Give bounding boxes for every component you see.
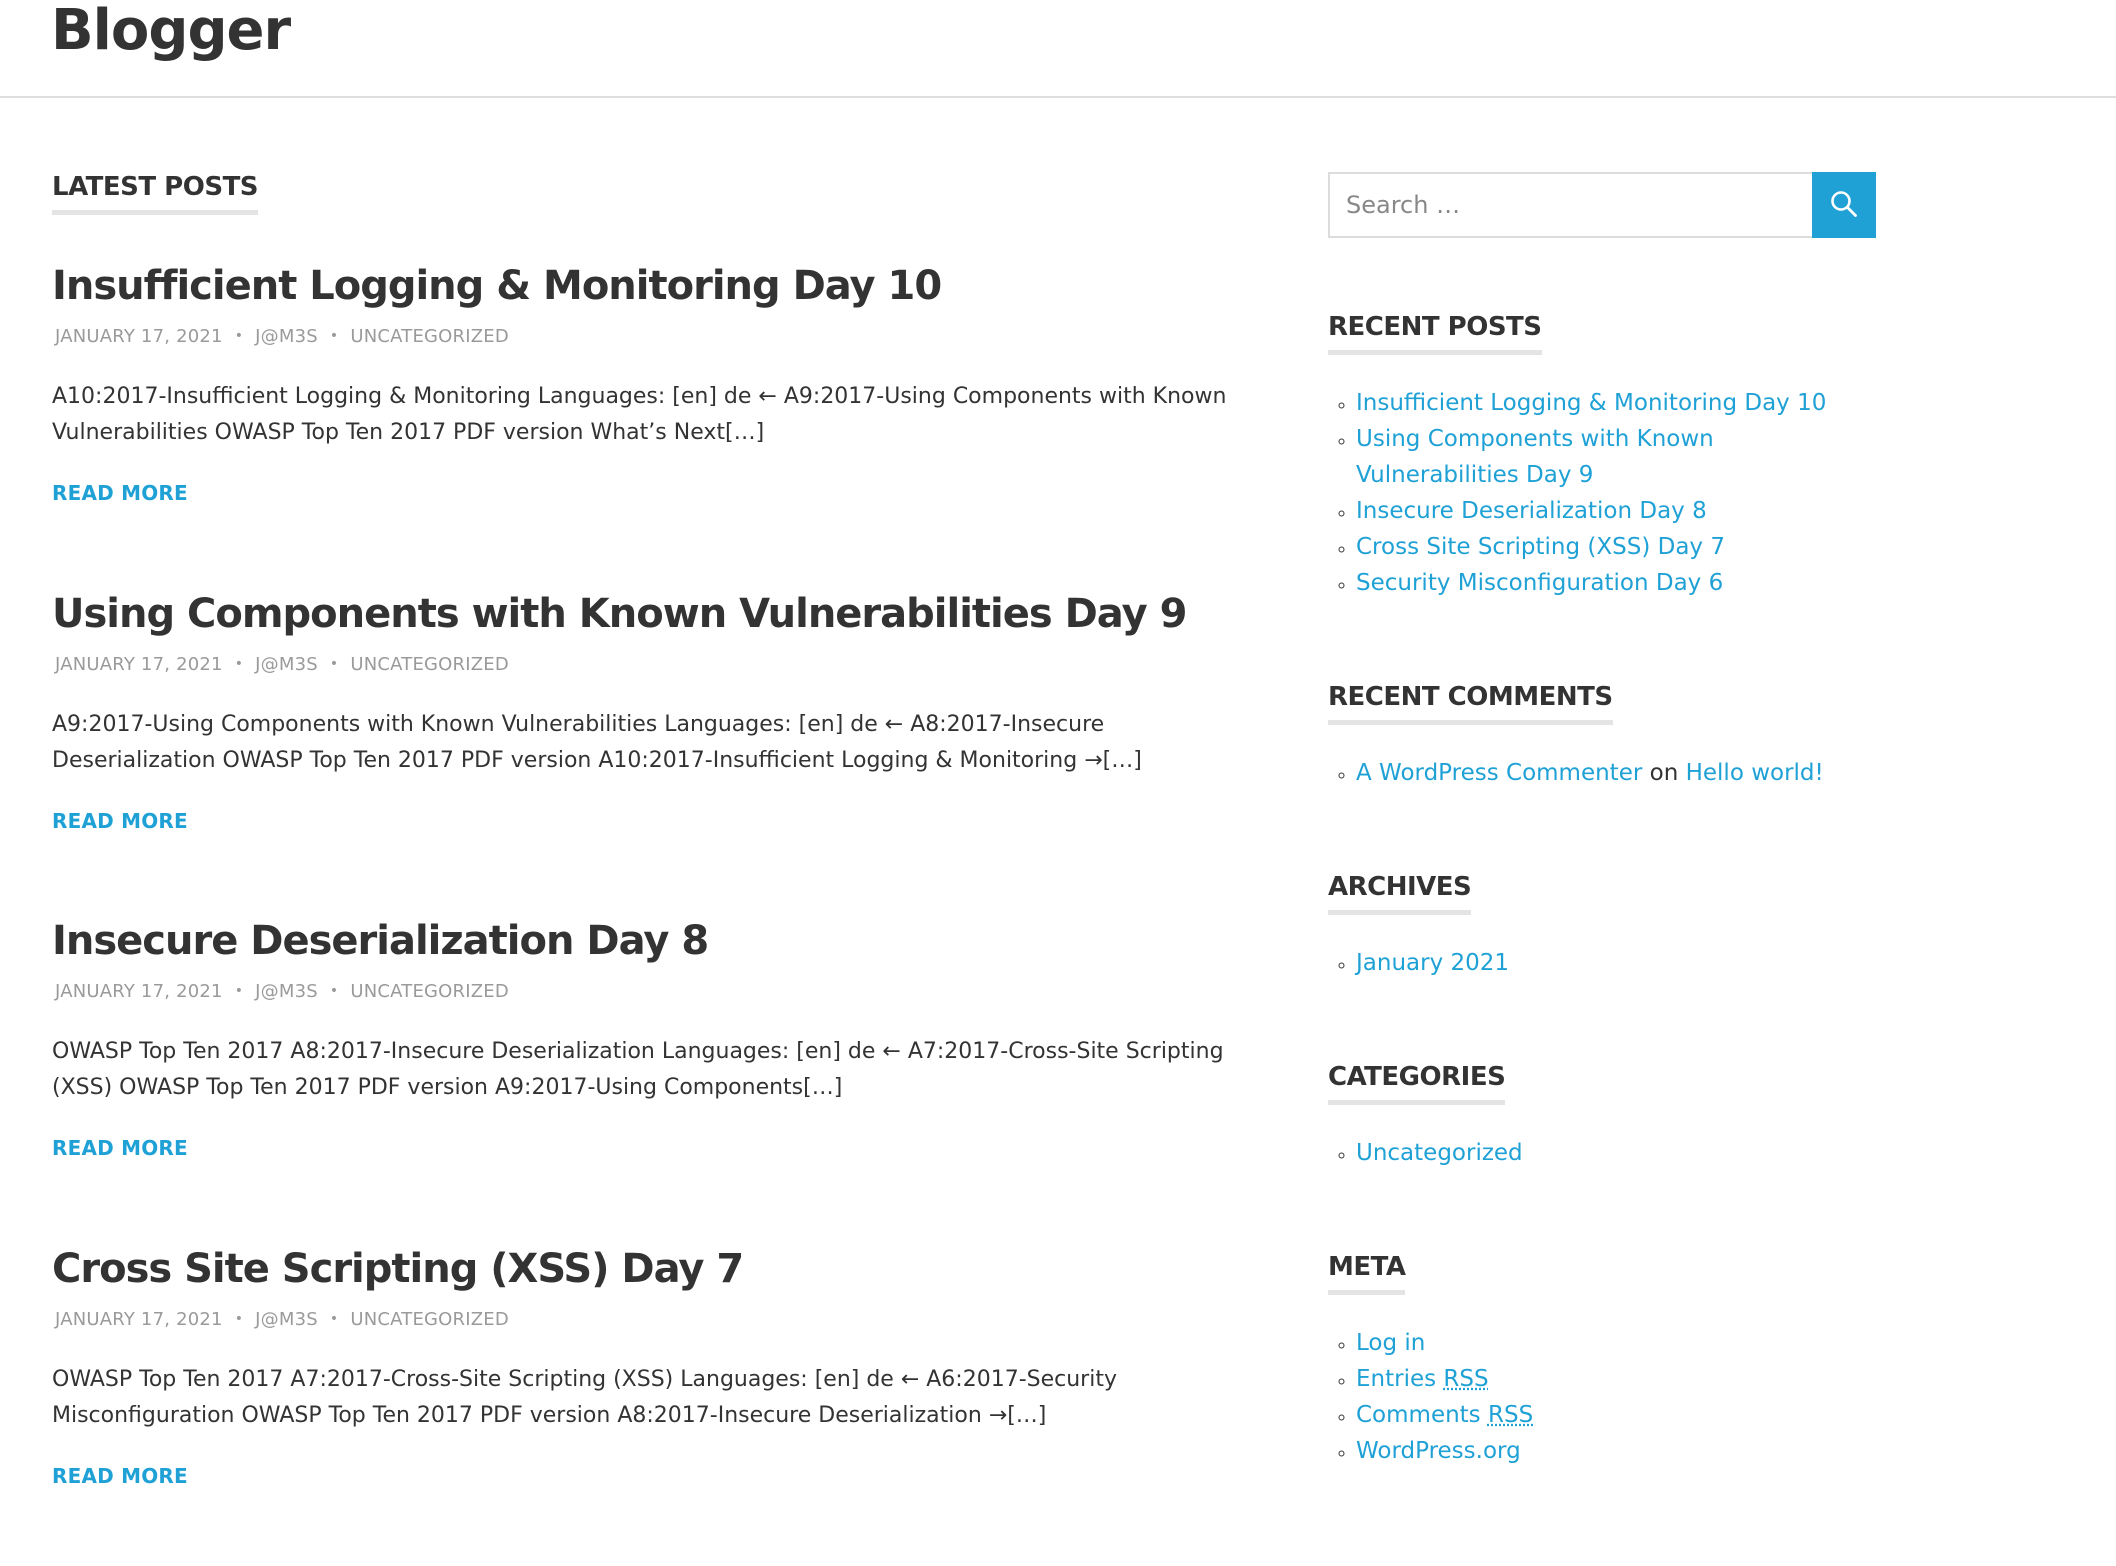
site-title[interactable]: Blogger (51, 0, 291, 66)
recent-post-link[interactable]: Insecure Deserialization Day 8 (1356, 498, 1707, 524)
search-button[interactable] (1812, 172, 1876, 238)
list-item: WordPress.org (1356, 1433, 1876, 1469)
meta-list: Log in Entries RSS Comments RSS WordPres… (1328, 1325, 1876, 1469)
archives-title: ARCHIVES (1328, 870, 1472, 915)
post: Insufficient Logging & Monitoring Day 10… (52, 258, 1232, 505)
category-link[interactable]: Uncategorized (1356, 1140, 1523, 1166)
read-more-link[interactable]: READ MORE (52, 1136, 188, 1160)
recent-comments-list: A WordPress Commenter on Hello world! (1328, 755, 1876, 791)
post-category[interactable]: UNCATEGORIZED (350, 1309, 509, 1330)
separator-dot: • (329, 656, 339, 672)
meta-widget: META Log in Entries RSS Comments RSS Wor… (1328, 1250, 1876, 1469)
comment-post-link[interactable]: Hello world! (1686, 760, 1824, 786)
post-author[interactable]: J@M3S (255, 654, 318, 675)
categories-title: CATEGORIES (1328, 1060, 1506, 1105)
post-title[interactable]: Using Components with Known Vulnerabilit… (52, 586, 1232, 642)
post-date[interactable]: JANUARY 17, 2021 (55, 981, 223, 1002)
list-item: Security Misconfiguration Day 6 (1356, 565, 1876, 601)
read-more-link[interactable]: READ MORE (52, 809, 188, 833)
recent-post-link[interactable]: Cross Site Scripting (XSS) Day 7 (1356, 534, 1725, 560)
post-category[interactable]: UNCATEGORIZED (350, 654, 509, 675)
rss-abbr: RSS (1443, 1366, 1489, 1392)
list-item: Insufficient Logging & Monitoring Day 10 (1356, 385, 1876, 421)
wordpress-org-link[interactable]: WordPress.org (1356, 1438, 1521, 1464)
list-item: Cross Site Scripting (XSS) Day 7 (1356, 529, 1876, 565)
recent-posts-list: Insufficient Logging & Monitoring Day 10… (1328, 385, 1876, 601)
list-item: Comments RSS (1356, 1397, 1876, 1433)
post-author[interactable]: J@M3S (255, 326, 318, 347)
rss-abbr: RSS (1487, 1402, 1534, 1428)
list-item: A WordPress Commenter on Hello world! (1356, 755, 1876, 791)
post-meta: JANUARY 17, 2021 • J@M3S • UNCATEGORIZED (52, 979, 1232, 1004)
post-title[interactable]: Insufficient Logging & Monitoring Day 10 (52, 258, 1232, 314)
recent-post-link[interactable]: Security Misconfiguration Day 6 (1356, 570, 1723, 596)
post-title[interactable]: Insecure Deserialization Day 8 (52, 913, 1232, 969)
separator-dot: • (234, 983, 244, 999)
search-input[interactable] (1328, 172, 1812, 238)
post: Cross Site Scripting (XSS) Day 7 JANUARY… (52, 1241, 1232, 1488)
log-in-link[interactable]: Log in (1356, 1330, 1425, 1356)
post-title[interactable]: Cross Site Scripting (XSS) Day 7 (52, 1241, 1232, 1297)
list-item: Insecure Deserialization Day 8 (1356, 493, 1876, 529)
separator-dot: • (234, 328, 244, 344)
comments-rss-link[interactable]: Comments RSS (1356, 1402, 1533, 1428)
separator-dot: • (329, 328, 339, 344)
post-meta: JANUARY 17, 2021 • J@M3S • UNCATEGORIZED (52, 324, 1232, 349)
recent-post-link[interactable]: Insufficient Logging & Monitoring Day 10 (1356, 390, 1826, 416)
list-item: Log in (1356, 1325, 1876, 1361)
recent-posts-title: RECENT POSTS (1328, 310, 1542, 355)
archives-list: January 2021 (1328, 945, 1876, 981)
post-category[interactable]: UNCATEGORIZED (350, 981, 509, 1002)
comment-on-text: on (1649, 760, 1679, 786)
post-date[interactable]: JANUARY 17, 2021 (55, 326, 223, 347)
recent-post-link[interactable]: Using Components with Known Vulnerabilit… (1356, 426, 1714, 488)
archive-link[interactable]: January 2021 (1356, 950, 1509, 976)
entries-rss-link[interactable]: Entries RSS (1356, 1366, 1489, 1392)
post-author[interactable]: J@M3S (255, 1309, 318, 1330)
post-author[interactable]: J@M3S (255, 981, 318, 1002)
categories-widget: CATEGORIES Uncategorized (1328, 1060, 1876, 1171)
post-excerpt: A9:2017-Using Components with Known Vuln… (52, 712, 1142, 773)
comments-label: Comments (1356, 1402, 1481, 1428)
read-more-link[interactable]: READ MORE (52, 1464, 188, 1488)
comment-author-link[interactable]: A WordPress Commenter (1356, 760, 1642, 786)
latest-posts-heading: LATEST POSTS (52, 170, 259, 215)
list-item: Uncategorized (1356, 1135, 1876, 1171)
post-excerpt: OWASP Top Ten 2017 A8:2017-Insecure Dese… (52, 1039, 1224, 1100)
post: Using Components with Known Vulnerabilit… (52, 586, 1232, 833)
meta-title: META (1328, 1250, 1406, 1295)
post-meta: JANUARY 17, 2021 • J@M3S • UNCATEGORIZED (52, 1307, 1232, 1332)
separator-dot: • (234, 1311, 244, 1327)
post: Insecure Deserialization Day 8 JANUARY 1… (52, 913, 1232, 1160)
list-item: Using Components with Known Vulnerabilit… (1356, 421, 1876, 493)
recent-comments-widget: RECENT COMMENTS A WordPress Commenter on… (1328, 680, 1876, 791)
separator-dot: • (329, 1311, 339, 1327)
post-category[interactable]: UNCATEGORIZED (350, 326, 509, 347)
categories-list: Uncategorized (1328, 1135, 1876, 1171)
post-excerpt: A10:2017-Insufficient Logging & Monitori… (52, 384, 1227, 445)
separator-dot: • (234, 656, 244, 672)
entries-label: Entries (1356, 1366, 1437, 1392)
search-form (1328, 172, 1876, 238)
list-item: Entries RSS (1356, 1361, 1876, 1397)
search-icon (1829, 189, 1859, 222)
site-header: Blogger (0, 0, 2116, 98)
recent-posts-widget: RECENT POSTS Insufficient Logging & Moni… (1328, 310, 1876, 601)
post-date[interactable]: JANUARY 17, 2021 (55, 1309, 223, 1330)
recent-comments-title: RECENT COMMENTS (1328, 680, 1613, 725)
archives-widget: ARCHIVES January 2021 (1328, 870, 1876, 981)
separator-dot: • (329, 983, 339, 999)
post-meta: JANUARY 17, 2021 • J@M3S • UNCATEGORIZED (52, 652, 1232, 677)
post-date[interactable]: JANUARY 17, 2021 (55, 654, 223, 675)
read-more-link[interactable]: READ MORE (52, 481, 188, 505)
post-excerpt: OWASP Top Ten 2017 A7:2017-Cross-Site Sc… (52, 1367, 1117, 1428)
list-item: January 2021 (1356, 945, 1876, 981)
main-content: LATEST POSTS Insufficient Logging & Moni… (52, 170, 1232, 1488)
